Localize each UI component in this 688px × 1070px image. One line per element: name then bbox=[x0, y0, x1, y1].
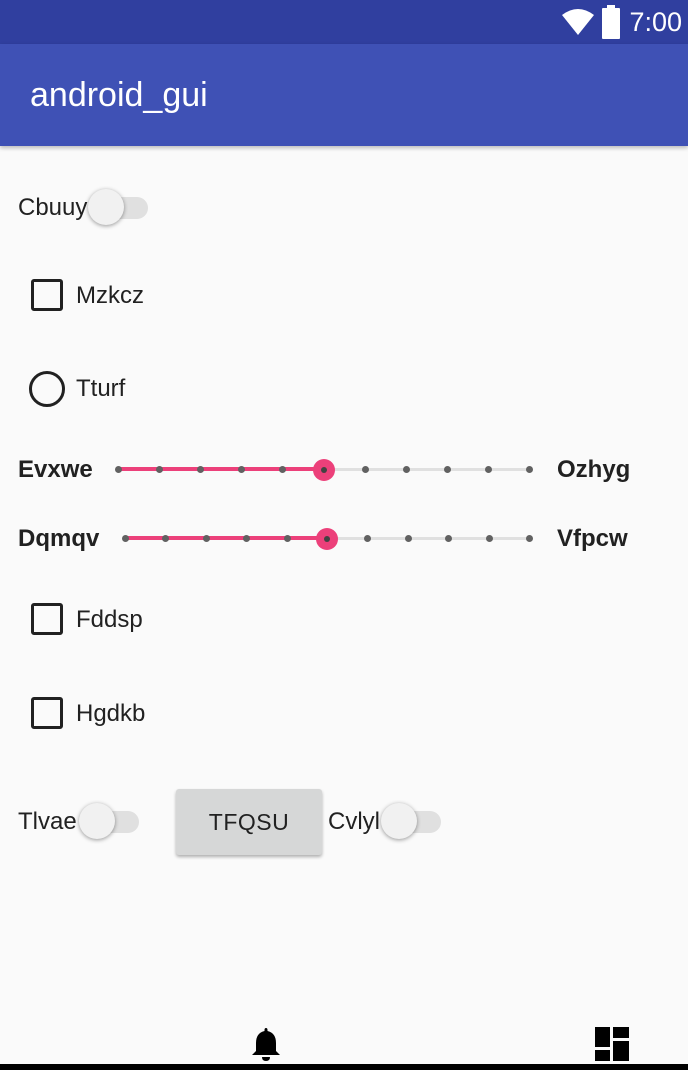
wifi-icon bbox=[562, 9, 595, 35]
seekbar-tick bbox=[364, 535, 372, 542]
radio-tturf-label: Tturf bbox=[76, 375, 126, 402]
seekbar-tick bbox=[361, 466, 369, 473]
switch-thumb bbox=[88, 189, 124, 225]
app-title: android_gui bbox=[30, 76, 208, 114]
status-bar: 7:00 bbox=[0, 0, 688, 44]
seekbar-tick bbox=[238, 466, 246, 473]
seekbar-tick bbox=[122, 535, 129, 542]
slider-2-right-label: Vfpcw bbox=[557, 525, 628, 552]
status-time: 7:00 bbox=[629, 6, 682, 37]
slider-2-left-label: Dqmqv bbox=[18, 525, 100, 552]
slider-1-left-label: Evxwe bbox=[18, 456, 93, 483]
seekbar-2[interactable] bbox=[122, 518, 533, 558]
seekbar-tick bbox=[243, 535, 251, 542]
seekbar-tick bbox=[404, 535, 412, 542]
seekbar-1[interactable] bbox=[115, 449, 533, 489]
seekbar-thumb[interactable] bbox=[316, 528, 338, 550]
switch-tlvae[interactable] bbox=[79, 801, 143, 841]
seekbar-tick bbox=[526, 466, 533, 473]
checkbox-fddsp-label: Fddsp bbox=[76, 606, 143, 633]
seekbar-thumb[interactable] bbox=[312, 459, 335, 481]
navigation-bar-edge bbox=[0, 1064, 688, 1070]
seekbar-tick bbox=[526, 535, 533, 542]
checkbox-fddsp[interactable] bbox=[31, 603, 63, 635]
seekbar-fill bbox=[125, 536, 327, 540]
seekbar-fill bbox=[118, 467, 324, 471]
switch-thumb bbox=[79, 803, 115, 839]
radio-tturf[interactable] bbox=[29, 371, 65, 407]
app-bar: android_gui bbox=[0, 44, 688, 146]
seekbar-tick bbox=[156, 466, 164, 473]
seekbar-tick bbox=[197, 466, 205, 473]
battery-icon bbox=[602, 5, 621, 39]
checkbox-hgdkb-label: Hgdkb bbox=[76, 700, 146, 727]
dashboard-icon[interactable] bbox=[595, 1027, 629, 1061]
bell-icon[interactable] bbox=[250, 1026, 282, 1062]
seekbar-tick bbox=[283, 535, 291, 542]
seekbar-tick bbox=[202, 535, 210, 542]
seekbar-tick bbox=[162, 535, 170, 542]
switch-cbuuy[interactable] bbox=[88, 187, 152, 227]
seekbar-tick bbox=[115, 466, 122, 473]
switch-tlvae-label: Tlvae bbox=[18, 808, 77, 835]
seekbar-tick bbox=[445, 535, 453, 542]
switch-cvlyl-label: Cvlyl bbox=[328, 808, 380, 835]
checkbox-mzkcz[interactable] bbox=[31, 279, 63, 311]
switch-cbuuy-label: Cbuuy bbox=[18, 194, 88, 221]
seekbar-tick bbox=[443, 466, 451, 473]
checkbox-mzkcz-label: Mzkcz bbox=[76, 282, 144, 309]
switch-thumb bbox=[381, 803, 417, 839]
seekbar-tick bbox=[485, 535, 493, 542]
seekbar-tick bbox=[402, 466, 410, 473]
checkbox-hgdkb[interactable] bbox=[31, 697, 63, 729]
switch-cvlyl[interactable] bbox=[381, 801, 445, 841]
status-icons: 7:00 bbox=[561, 0, 682, 44]
seekbar-tick bbox=[279, 466, 287, 473]
seekbar-tick bbox=[484, 466, 492, 473]
tfqsu-button[interactable]: TFQSU bbox=[176, 789, 322, 855]
slider-1-right-label: Ozhyg bbox=[557, 456, 631, 483]
